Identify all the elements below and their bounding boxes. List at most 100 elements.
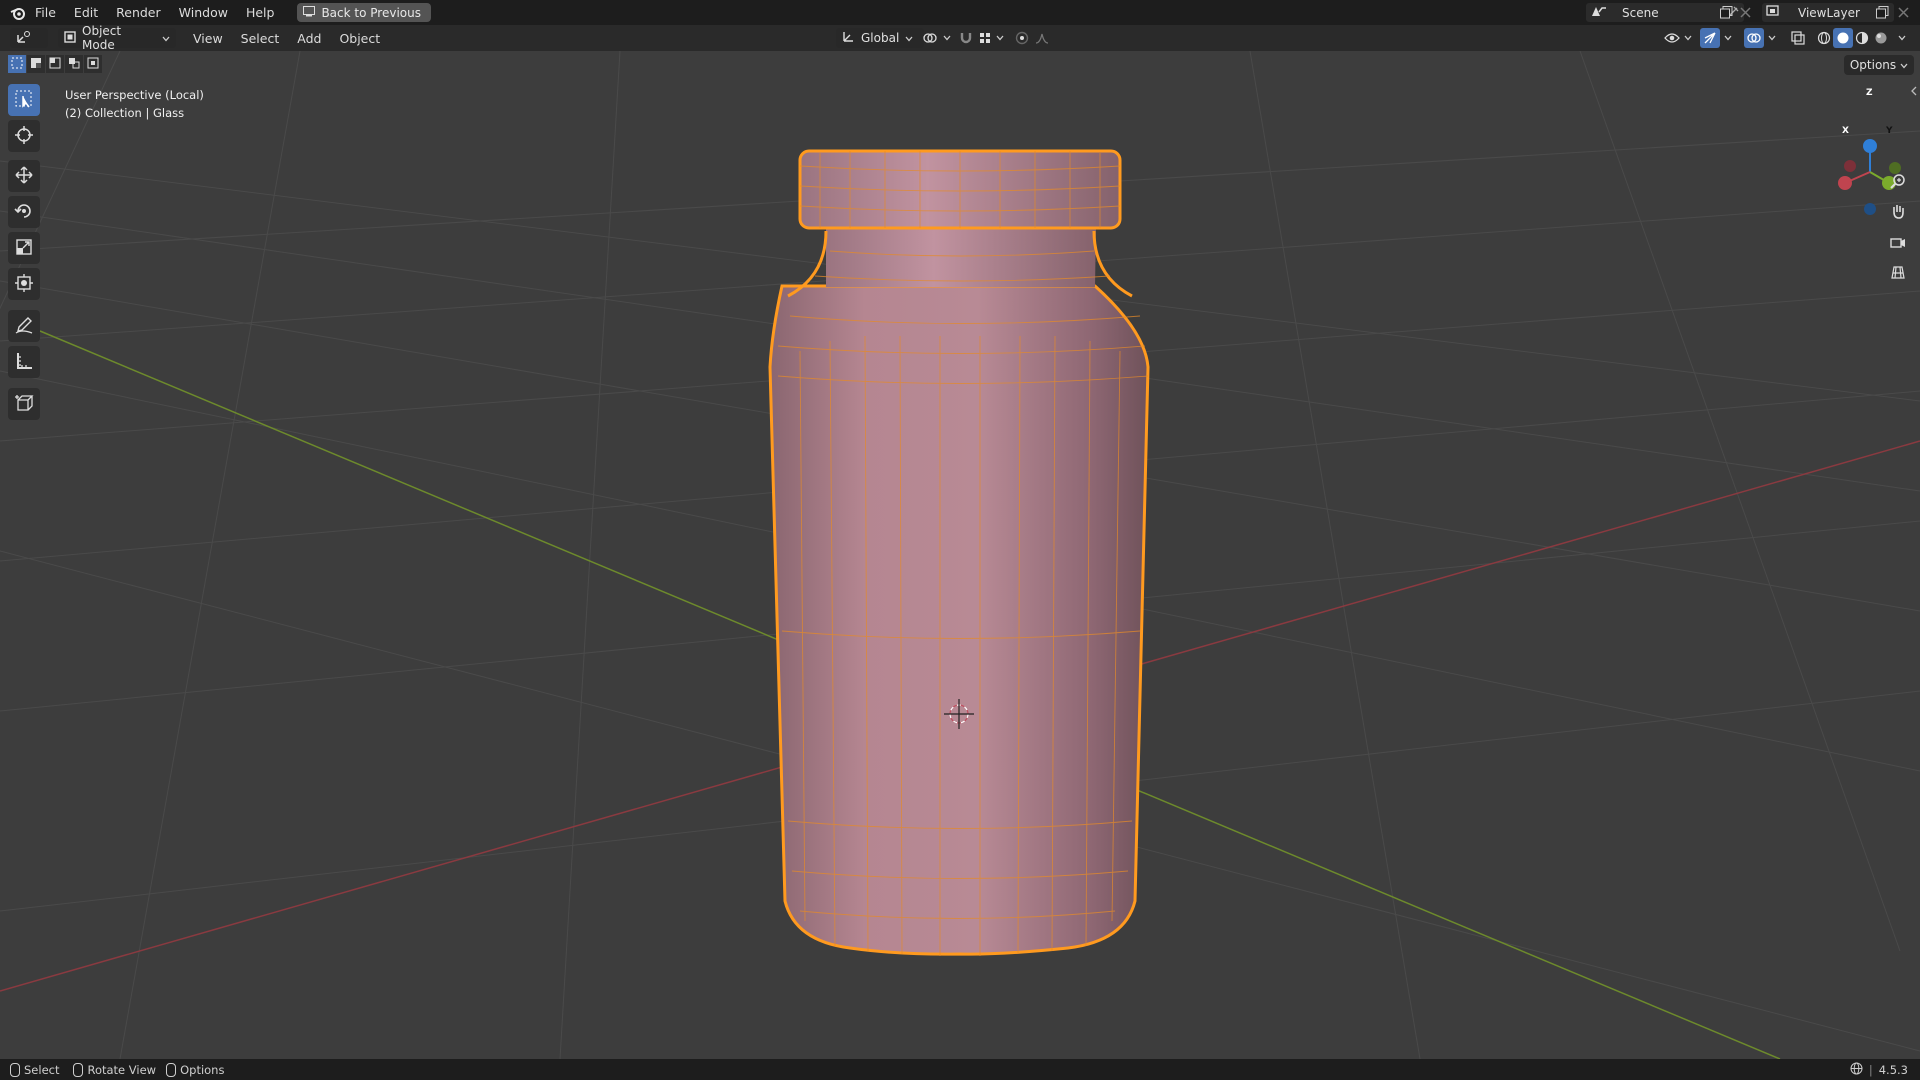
status-select-hint: Select [10,1062,60,1077]
toggle-perspective-button[interactable] [1884,259,1912,287]
options-dropdown[interactable]: Options [1844,55,1914,75]
mode-dropdown[interactable]: Object Mode [58,24,176,52]
tool-select-box[interactable] [8,84,40,116]
orientation-axes-icon [842,30,855,46]
chevron-down-icon[interactable] [937,28,957,48]
tool-shelf [8,84,40,424]
select-subtract-button[interactable] [46,55,64,73]
xray-toggle-icon[interactable] [1788,28,1808,48]
menu-help[interactable]: Help [237,0,284,25]
view-layer-name: ViewLayer [1798,5,1860,20]
gizmo-toggle-icon[interactable] [1700,28,1720,48]
header-menu-add[interactable]: Add [288,31,330,46]
menu-window[interactable]: Window [170,0,237,25]
tool-add-cube[interactable] [8,388,40,420]
network-globe-icon[interactable] [1850,1062,1863,1078]
orientation-label: Global [861,31,900,45]
select-new-button[interactable] [8,55,26,73]
header-menu-select[interactable]: Select [232,31,289,46]
gizmo-z-label[interactable]: Z [1866,88,1873,98]
scale-icon [14,237,34,260]
proportional-editing-icon[interactable] [1012,28,1032,48]
tool-scale[interactable] [8,232,40,264]
select-box-icon [14,89,34,112]
viewport-header: Object Mode View Select Add Object Globa… [0,24,1920,52]
snap-magnet-icon[interactable] [956,28,976,48]
move-icon [14,165,34,188]
select-difference-button[interactable] [65,55,83,73]
perspective-label: User Perspective (Local) [65,88,204,102]
editor-type-dropdown[interactable] [10,28,48,48]
version-label: 4.5.3 [1878,1062,1908,1077]
rendered-shading-icon[interactable] [1871,28,1891,48]
tool-measure[interactable] [8,346,40,378]
status-right: | 4.5.3 [1850,1062,1908,1078]
select-intersect-icon [87,57,99,72]
gizmo-x-label[interactable]: X [1842,126,1849,136]
3d-viewport[interactable]: Z Y X Options [0,51,1920,1059]
chevron-down-icon[interactable] [1762,28,1782,48]
status-select-label: Select [24,1062,60,1077]
tool-annotate[interactable] [8,310,40,342]
mode-label: Object Mode [82,24,122,52]
camera-icon [1890,235,1906,252]
select-intersect-button[interactable] [84,55,102,73]
options-label: Options [1849,58,1897,72]
chevron-down-icon[interactable] [1718,28,1738,48]
menu-render[interactable]: Render [107,0,170,25]
chevron-down-icon[interactable] [1678,28,1698,48]
status-options-hint: Options [166,1062,225,1077]
overlays-icon[interactable] [1744,28,1764,48]
back-to-previous-label: Back to Previous [321,5,421,20]
chevron-down-icon[interactable] [1892,28,1912,48]
viewport-info: User Perspective (Local) (2) Collection … [65,86,204,122]
add-cube-icon [14,393,34,416]
pan-view-button[interactable] [1884,198,1912,226]
gizmo-y-label[interactable]: Y [1886,126,1893,136]
material-preview-icon[interactable] [1852,28,1872,48]
tool-cursor[interactable] [8,120,40,152]
scene-icon [1590,4,1612,21]
falloff-curve-icon[interactable] [1032,28,1052,48]
scene-name: Scene [1622,5,1659,20]
screen-icon [303,5,316,20]
camera-view-button[interactable] [1884,229,1912,257]
status-options-label: Options [180,1062,225,1077]
tool-rotate[interactable] [8,196,40,228]
back-to-previous-button[interactable]: Back to Previous [297,3,431,22]
transform-orientation-dropdown[interactable]: Global [836,28,924,48]
selection-mode-group [8,55,102,73]
zoom-view-button[interactable] [1884,168,1912,196]
version-separator: | [1868,1062,1873,1077]
rotate-icon [14,201,34,224]
blender-logo-icon[interactable] [10,6,26,20]
collection-label: (2) Collection | Glass [65,106,185,120]
mouse-middle-icon [73,1062,84,1077]
transform-icon [14,273,34,296]
new-view-layer-icon[interactable] [1872,2,1892,22]
zoom-icon [1890,173,1906,192]
cursor-icon [14,125,34,148]
new-scene-icon[interactable] [1716,2,1736,22]
hand-icon [1890,203,1906,222]
viewport-canvas [0,51,1920,1059]
chevron-down-icon[interactable] [990,28,1010,48]
tool-move[interactable] [8,160,40,192]
menu-file[interactable]: File [26,0,65,25]
chevron-down-icon [162,31,170,45]
wireframe-shading-icon[interactable] [1814,28,1834,48]
solid-shading-icon[interactable] [1833,28,1853,48]
select-extend-button[interactable] [27,55,45,73]
header-menu-view[interactable]: View [184,31,232,46]
menu-edit[interactable]: Edit [65,0,107,25]
delete-scene-icon[interactable] [1735,2,1755,22]
header-menu-object[interactable]: Object [330,31,389,46]
grid-perspective-icon [1890,264,1906,283]
delete-view-layer-icon[interactable] [1893,2,1913,22]
select-subtract-icon [49,57,61,72]
sidebar-toggle-icon[interactable] [1910,85,1918,99]
select-extend-icon [30,57,42,72]
glass-bottle-mesh [768,149,1150,956]
select-difference-icon [68,57,80,72]
tool-transform[interactable] [8,268,40,300]
